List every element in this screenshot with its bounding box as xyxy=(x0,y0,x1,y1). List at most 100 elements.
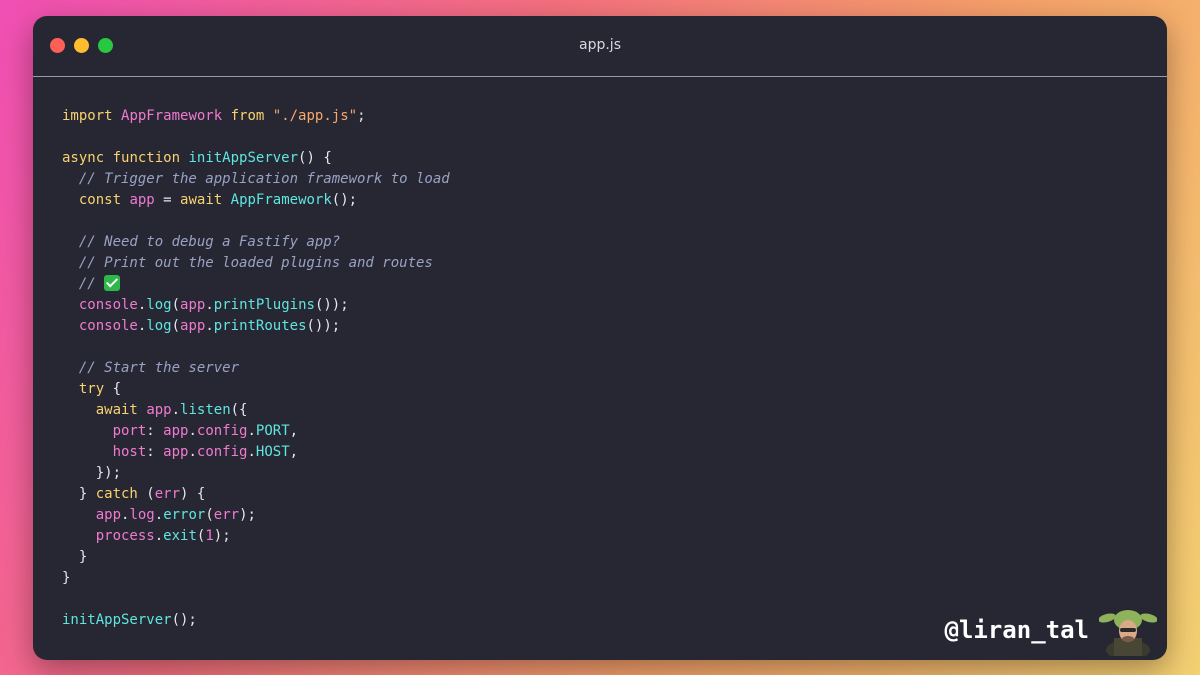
author-handle: @liran_tal xyxy=(944,616,1090,644)
identifier-token: port xyxy=(112,423,147,439)
keyword-token: await xyxy=(180,192,223,208)
identifier-token: app xyxy=(163,423,189,439)
function-token: listen xyxy=(180,402,231,418)
code-line-25: initAppServer(); xyxy=(62,610,450,631)
indent-token xyxy=(62,276,79,292)
identifier-token: app xyxy=(146,402,172,418)
indent-token xyxy=(62,549,79,565)
function-token: error xyxy=(163,507,206,523)
function-token: exit xyxy=(163,528,197,544)
punctuation-token: (); xyxy=(171,612,197,628)
identifier-token: console xyxy=(78,318,138,334)
function-token: printRoutes xyxy=(213,318,307,334)
string-token: "./app.js" xyxy=(272,108,358,124)
number-token: 1 xyxy=(205,528,214,544)
indent-token xyxy=(62,381,79,397)
punctuation-token: ( xyxy=(205,507,214,523)
punctuation-token: ( xyxy=(171,297,181,313)
identifier-token: config xyxy=(196,444,248,460)
identifier-token: err xyxy=(213,507,240,523)
punctuation-token: }); xyxy=(95,465,122,481)
function-token: log xyxy=(146,297,172,313)
identifier-token: process xyxy=(95,528,155,544)
comment-token: // Start the server xyxy=(78,360,240,376)
punctuation-token: : xyxy=(146,444,164,460)
property-token: HOST xyxy=(255,444,290,460)
code-line-19: } catch (err) { xyxy=(62,484,450,505)
identifier-token: app xyxy=(180,297,206,313)
code-block: import AppFramework from "./app.js"; asy… xyxy=(62,106,450,631)
punctuation-token: . xyxy=(188,423,197,439)
code-line-11: console.log(app.printRoutes()); xyxy=(62,316,450,337)
punctuation-token: ) { xyxy=(180,486,206,502)
identifier-token: app xyxy=(180,318,206,334)
keyword-token: const xyxy=(78,192,122,208)
punctuation-token: { xyxy=(104,381,122,397)
punctuation-token: () { xyxy=(298,150,332,166)
indent-token xyxy=(62,486,79,502)
indent-token xyxy=(62,171,79,187)
punctuation-token: ( xyxy=(171,318,181,334)
code-line-16: port: app.config.PORT, xyxy=(62,421,450,442)
identifier-token: console xyxy=(78,297,138,313)
punctuation-token: . xyxy=(205,297,214,313)
code-line-21: process.exit(1); xyxy=(62,526,450,547)
indent-token xyxy=(62,234,79,250)
code-line-4: // Trigger the application framework to … xyxy=(62,169,450,190)
punctuation-token: . xyxy=(154,507,164,523)
code-line-13: // Start the server xyxy=(62,358,450,379)
indent-token xyxy=(62,507,96,523)
punctuation-token: ); xyxy=(239,507,256,523)
function-token: AppFramework xyxy=(230,192,332,208)
code-line-5: const app = await AppFramework(); xyxy=(62,190,450,211)
indent-token xyxy=(62,318,79,334)
punctuation-token: , xyxy=(289,423,299,439)
indent-token xyxy=(62,297,79,313)
indent-token xyxy=(62,528,96,544)
code-line-23: } xyxy=(62,568,450,589)
keyword-token: await xyxy=(95,402,138,418)
comment-token: // xyxy=(78,276,105,292)
keyword-token: from xyxy=(230,108,265,124)
punctuation-token: . xyxy=(154,528,164,544)
identifier-token: err xyxy=(154,486,181,502)
punctuation-token: (); xyxy=(331,192,358,208)
function-token: log xyxy=(146,318,172,334)
window-titlebar: app.js xyxy=(33,16,1167,77)
keyword-token: async xyxy=(62,150,105,166)
indent-token xyxy=(62,444,113,460)
punctuation-token: . xyxy=(247,444,256,460)
keyword-token: import xyxy=(62,108,113,124)
punctuation-token: , xyxy=(289,444,299,460)
identifier-token: app xyxy=(163,444,189,460)
code-line-18: }); xyxy=(62,463,450,484)
code-line-14: try { xyxy=(62,379,450,400)
keyword-token: function xyxy=(112,150,181,166)
function-token: initAppServer xyxy=(62,612,172,628)
indent-token xyxy=(62,255,79,271)
identifier-token: AppFramework xyxy=(121,108,223,124)
function-token: initAppServer xyxy=(188,150,299,166)
indent-token xyxy=(62,360,79,376)
punctuation-token: } xyxy=(78,549,88,565)
code-line-8: // Print out the loaded plugins and rout… xyxy=(62,253,450,274)
code-line-22: } xyxy=(62,547,450,568)
punctuation-token: ); xyxy=(213,528,231,544)
keyword-token: try xyxy=(78,381,105,397)
indent-token xyxy=(62,465,96,481)
punctuation-token: ( xyxy=(137,486,155,502)
yoda-avatar-icon xyxy=(1099,610,1157,656)
punctuation-token: . xyxy=(205,318,214,334)
comment-token: // Trigger the application framework to … xyxy=(78,171,450,187)
indent-token xyxy=(62,402,96,418)
code-line-15: await app.listen({ xyxy=(62,400,450,421)
identifier-token: host xyxy=(112,444,147,460)
identifier-token: app xyxy=(129,192,155,208)
code-line-17: host: app.config.HOST, xyxy=(62,442,450,463)
identifier-token: app xyxy=(95,507,122,523)
punctuation-token: : xyxy=(146,423,164,439)
